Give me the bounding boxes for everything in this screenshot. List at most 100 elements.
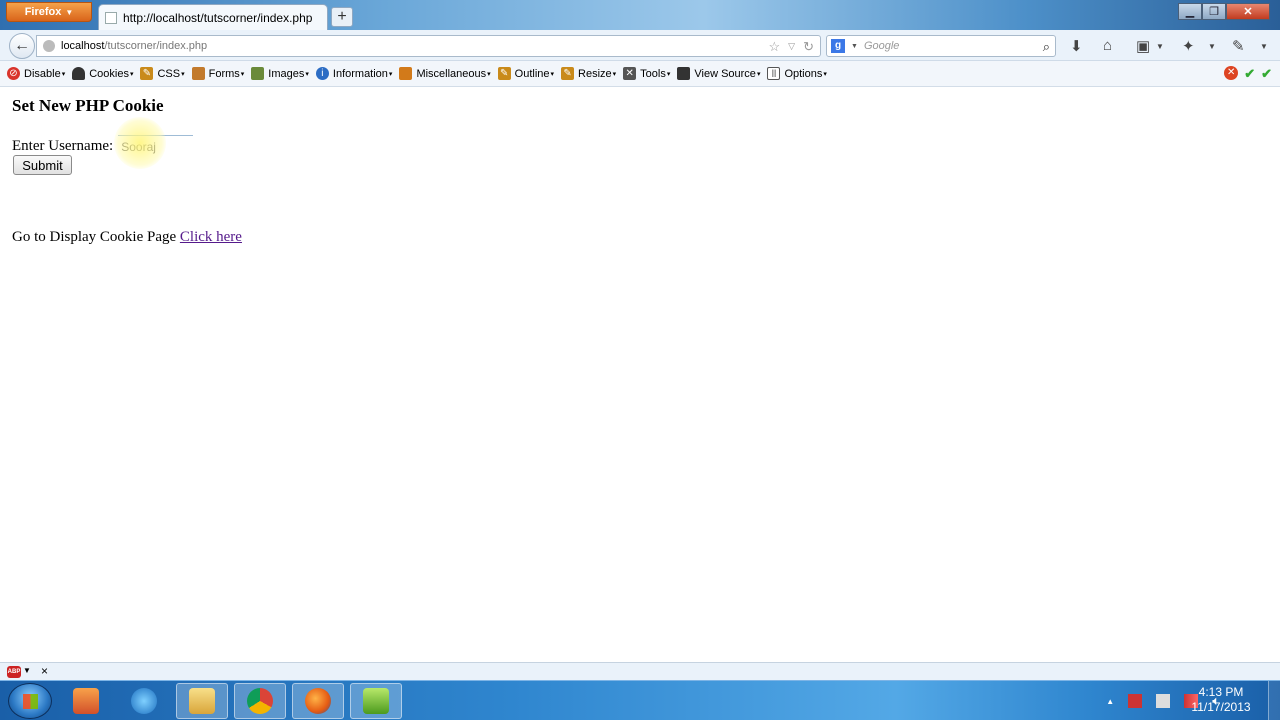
web-developer-toolbar: ⊘ Disable ▾ Cookies ▾ ✎ CSS ▾ Forms ▾ Images… [0, 61, 1280, 87]
chevron-down-icon[interactable]: ▼ [1208, 42, 1216, 51]
close-addon-bar-button[interactable]: × [41, 664, 48, 678]
start-button[interactable] [8, 683, 52, 719]
windows-taskbar: ▲ 🔈︎ 4:13 PM 11/17/2013 [0, 680, 1280, 720]
minimize-icon: ▁ [1185, 6, 1195, 18]
chevron-down-icon[interactable]: ▼ [23, 666, 31, 675]
dev-menu-tools[interactable]: ✕ Tools ▾ [623, 67, 670, 80]
tools-wrench-icon[interactable]: ✎ [1232, 37, 1245, 55]
taskbar-explorer[interactable] [176, 683, 228, 719]
network-warning-icon[interactable] [1128, 694, 1143, 708]
url-bar[interactable]: localhost /tutscorner/index.php ☆ ▽ ↻ [36, 35, 821, 57]
dev-menu-resize[interactable]: ✎ Resize ▾ [561, 67, 616, 80]
close-icon: ✕ [1243, 6, 1253, 18]
title-bar: Firefox ▼ http://localhost/tutscorner/in… [0, 0, 1280, 30]
firefox-menu-button[interactable]: Firefox ▼ [6, 2, 92, 22]
dev-menu-label: Images [268, 67, 305, 80]
dev-menu-label: Outline [514, 67, 550, 80]
display-cookie-row: Go to Display Cookie Page Click here [12, 229, 242, 246]
adblock-icon[interactable]: ABP [7, 666, 21, 678]
username-label: Enter Username: [12, 137, 114, 154]
dev-menu-label: Forms [208, 67, 240, 80]
dev-menu-label: Information [332, 67, 388, 80]
media-player-icon [73, 688, 99, 714]
addon-icon[interactable]: ✦ [1182, 37, 1195, 55]
display-cookie-link[interactable]: Click here [180, 229, 242, 245]
back-button[interactable]: ← [9, 33, 35, 59]
submit-button[interactable]: Submit [13, 155, 72, 175]
tab-title: http://localhost/tutscorner/index.php [123, 10, 313, 25]
home-icon[interactable]: ⌂ [1103, 37, 1112, 54]
new-tab-button[interactable]: + [331, 7, 353, 27]
clipboard-icon [191, 67, 205, 80]
dev-menu-outline[interactable]: ✎ Outline ▾ [497, 67, 554, 80]
dev-menu-disable[interactable]: ⊘ Disable ▾ [7, 67, 65, 80]
tools-icon: ✕ [623, 67, 637, 80]
dev-menu-label: CSS [157, 67, 181, 80]
monitor-icon [677, 67, 691, 80]
dev-menu-label: Cookies [89, 67, 129, 80]
page-content: Set New PHP Cookie Enter Username: Submi… [0, 87, 1280, 662]
show-desktop-button[interactable] [1268, 681, 1280, 720]
dev-menu-information[interactable]: i Information ▾ [315, 67, 392, 80]
dev-menu-images[interactable]: Images ▾ [251, 67, 309, 80]
back-arrow-icon: ← [14, 37, 30, 54]
dev-menu-css[interactable]: ✎ CSS ▾ [140, 67, 185, 80]
page-title: Set New PHP Cookie [12, 96, 164, 115]
system-clock[interactable]: 4:13 PM 11/17/2013 [1186, 685, 1256, 715]
dev-status-icons: ✕ ✔ ✔ [1224, 66, 1272, 82]
editor-icon [363, 688, 389, 714]
search-icon[interactable]: ⌕ [1043, 39, 1050, 55]
download-icon[interactable]: ⬇ [1070, 37, 1083, 55]
dev-menu-miscellaneous[interactable]: Miscellaneous ▾ [399, 67, 491, 80]
url-path: /tutscorner/index.php [104, 40, 208, 52]
firefox-menu-label: Firefox [24, 6, 62, 18]
dev-menu-options[interactable]: ll Options ▾ [767, 67, 827, 80]
check-icon[interactable]: ✔ [1244, 66, 1255, 82]
chevron-down-icon: ▼ [65, 7, 74, 17]
taskbar-internet-explorer[interactable] [118, 683, 170, 719]
check-icon[interactable]: ✔ [1261, 66, 1272, 82]
dev-menu-label: Resize [578, 67, 612, 80]
tab-index[interactable]: http://localhost/tutscorner/index.php [98, 4, 328, 30]
addon-bar: ABP ▼ × [0, 662, 1280, 680]
clock-time: 4:13 PM [1198, 685, 1244, 699]
page-icon [105, 11, 117, 24]
folder-icon [189, 688, 215, 714]
taskbar-chrome[interactable] [234, 683, 286, 719]
navigation-bar: ← localhost /tutscorner/index.php ☆ ▽ ↻ … [0, 30, 1280, 61]
bookmark-star-icon[interactable]: ☆ [769, 39, 781, 55]
dev-menu-forms[interactable]: Forms ▾ [191, 67, 244, 80]
clock-date: 11/17/2013 [1191, 700, 1251, 714]
minimize-button[interactable]: ▁ [1178, 3, 1202, 20]
error-icon[interactable]: ✕ [1224, 66, 1239, 80]
close-window-button[interactable]: ✕ [1226, 3, 1270, 20]
taskbar-editor[interactable] [350, 683, 402, 719]
maximize-button[interactable]: ❐ [1202, 3, 1226, 20]
dev-menu-label: Miscellaneous [416, 67, 487, 80]
tray-arrow-icon[interactable]: ▲ [1106, 697, 1114, 706]
chrome-icon [247, 688, 273, 714]
globe-icon [43, 40, 55, 52]
pencil-icon: ✎ [497, 67, 511, 80]
image-icon [251, 67, 265, 80]
history-dropdown-icon[interactable]: ▽ [788, 39, 795, 55]
info-icon: i [315, 67, 329, 80]
bookmarks-icon[interactable]: ▣ [1136, 37, 1150, 55]
username-row: Enter Username: [12, 135, 194, 157]
chevron-down-icon[interactable]: ▼ [1260, 42, 1268, 51]
search-bar[interactable]: g ▼ Google ⌕ [826, 35, 1056, 57]
dev-menu-view-source[interactable]: View Source ▾ [677, 67, 760, 80]
chevron-down-icon[interactable]: ▼ [1156, 42, 1164, 51]
username-input[interactable] [118, 135, 194, 157]
device-icon[interactable] [1156, 694, 1171, 708]
url-host: localhost [61, 40, 105, 52]
taskbar-firefox[interactable] [292, 683, 344, 719]
internet-explorer-icon [131, 688, 157, 714]
chevron-down-icon[interactable]: ▼ [851, 43, 858, 50]
dev-menu-cookies[interactable]: Cookies ▾ [72, 67, 133, 80]
dev-menu-label: Tools [640, 67, 666, 80]
options-icon: ll [767, 67, 781, 80]
reload-icon[interactable]: ↻ [803, 39, 814, 55]
taskbar-media-player[interactable] [60, 683, 112, 719]
google-icon[interactable]: g [831, 39, 845, 53]
